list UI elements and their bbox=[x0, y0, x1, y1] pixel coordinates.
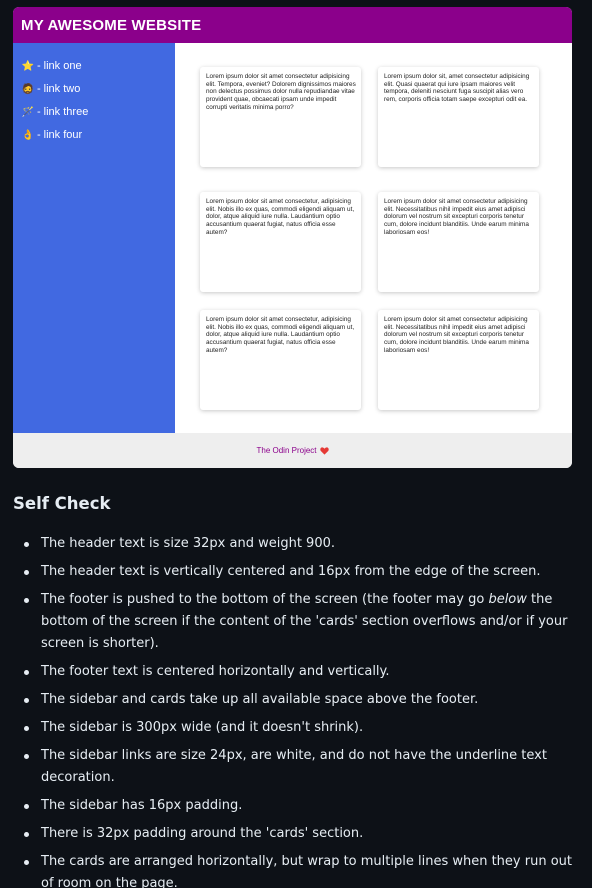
site-title: MY AWESOME WEBSITE bbox=[21, 16, 202, 34]
card: Lorem ipsum dolor sit amet consectetur a… bbox=[200, 67, 361, 167]
website-screenshot: MY AWESOME WEBSITE ⭐ - link one 🧔 - link… bbox=[13, 7, 572, 468]
bullet-icon bbox=[24, 598, 29, 603]
wand-icon: 🪄 bbox=[21, 106, 35, 118]
card-text: Lorem ipsum dolor sit amet consectetur a… bbox=[384, 198, 529, 236]
card-text: Lorem ipsum dolor sit amet consectetur a… bbox=[206, 73, 356, 111]
footer-text: The Odin Project bbox=[256, 446, 317, 455]
card: Lorem ipsum dolor sit amet consectetur a… bbox=[378, 192, 539, 292]
bullet-icon bbox=[24, 860, 29, 865]
bullet-icon bbox=[24, 832, 29, 837]
bullet-icon bbox=[24, 570, 29, 575]
bullet-icon bbox=[24, 698, 29, 703]
sidebar-link-four[interactable]: 👌 - link four bbox=[21, 126, 82, 144]
list-item: The sidebar has 16px padding. bbox=[0, 795, 592, 817]
bullet-icon bbox=[24, 726, 29, 731]
list-item: The header text is size 32px and weight … bbox=[0, 533, 592, 555]
card: Lorem ipsum dolor sit, amet consectetur … bbox=[378, 67, 539, 167]
list-item: The header text is vertically centered a… bbox=[0, 561, 592, 583]
card: Lorem ipsum dolor sit amet consectetur, … bbox=[200, 310, 361, 410]
self-check-list: The header text is size 32px and weight … bbox=[0, 533, 592, 888]
list-item: The sidebar is 300px wide (and it doesn'… bbox=[0, 717, 592, 739]
ok-hand-icon: 👌 bbox=[21, 129, 35, 141]
cards-section: Lorem ipsum dolor sit amet consectetur a… bbox=[175, 43, 572, 433]
list-item: There is 32px padding around the 'cards'… bbox=[0, 823, 592, 845]
card-text: Lorem ipsum dolor sit amet consectetur, … bbox=[206, 316, 355, 354]
list-item: The sidebar and cards take up all availa… bbox=[0, 689, 592, 711]
person-icon: 🧔 bbox=[21, 83, 35, 95]
sidebar-link-one[interactable]: ⭐ - link one bbox=[21, 57, 82, 75]
sidebar-link-three[interactable]: 🪄 - link three bbox=[21, 103, 89, 121]
bullet-icon bbox=[24, 542, 29, 547]
card-text: Lorem ipsum dolor sit, amet consectetur … bbox=[384, 73, 530, 104]
list-item: The sidebar links are size 24px, are whi… bbox=[0, 745, 592, 789]
bullet-icon bbox=[24, 804, 29, 809]
site-header: MY AWESOME WEBSITE bbox=[13, 7, 572, 43]
card-text: Lorem ipsum dolor sit amet consectetur a… bbox=[384, 316, 529, 354]
sidebar-link-label: link two bbox=[43, 83, 81, 95]
sidebar-link-label: link one bbox=[43, 60, 82, 72]
heart-icon bbox=[319, 446, 329, 455]
sidebar-link-label: link four bbox=[43, 129, 83, 141]
list-item: The footer text is centered horizontally… bbox=[0, 661, 592, 683]
bullet-icon bbox=[24, 670, 29, 675]
sidebar: ⭐ - link one 🧔 - link two 🪄 - link three… bbox=[13, 43, 175, 433]
bullet-icon bbox=[24, 754, 29, 759]
card: Lorem ipsum dolor sit amet consectetur, … bbox=[200, 192, 361, 292]
list-item: The cards are arranged horizontally, but… bbox=[0, 851, 592, 888]
card: Lorem ipsum dolor sit amet consectetur a… bbox=[378, 310, 539, 410]
card-text: Lorem ipsum dolor sit amet consectetur, … bbox=[206, 198, 355, 236]
sidebar-link-label: link three bbox=[43, 106, 89, 118]
star-icon: ⭐ bbox=[21, 60, 35, 72]
self-check-title: Self Check bbox=[13, 494, 111, 513]
list-item: The footer is pushed to the bottom of th… bbox=[0, 589, 592, 655]
site-footer: The Odin Project bbox=[13, 433, 572, 468]
sidebar-link-two[interactable]: 🧔 - link two bbox=[21, 80, 81, 98]
